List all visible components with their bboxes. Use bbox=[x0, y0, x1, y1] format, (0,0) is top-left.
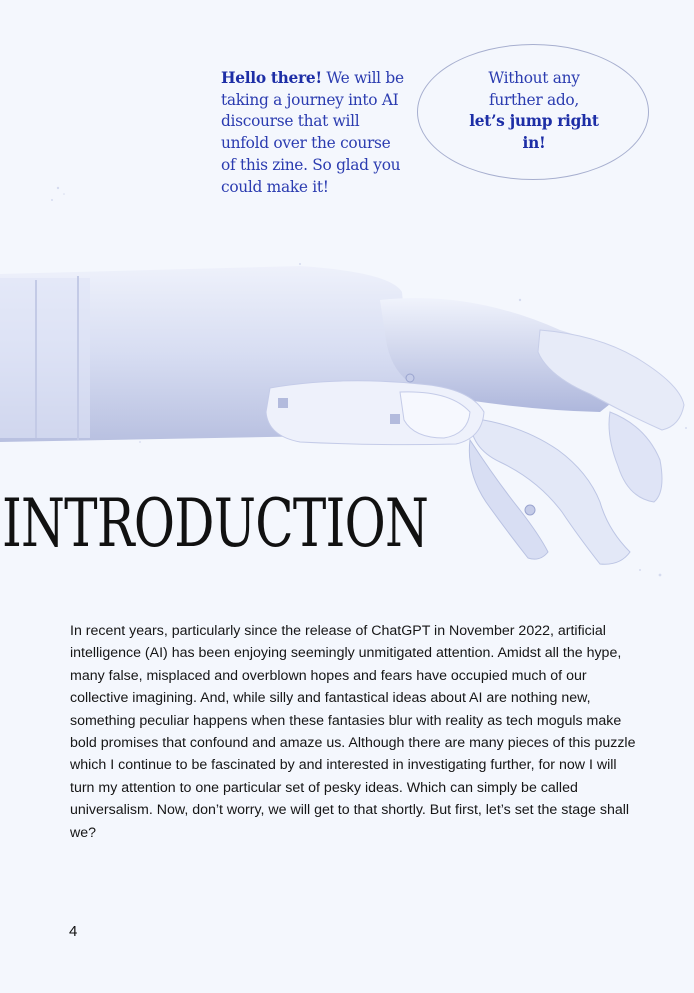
intro-greeting: Hello there! bbox=[221, 69, 322, 87]
speech-bubble-text: Without any further ado, let’s jump right… bbox=[460, 68, 608, 155]
body-paragraph: In recent years, particularly since the … bbox=[70, 623, 636, 841]
page-number: 4 bbox=[69, 923, 78, 940]
bubble-line: Without any further ado, bbox=[488, 69, 580, 109]
zine-page: Hello there! We will be taking a journey… bbox=[0, 0, 694, 993]
intro-speech-body: We will be taking a journey into AI disc… bbox=[221, 69, 404, 196]
intro-speech-text: Hello there! We will be taking a journey… bbox=[221, 68, 407, 198]
section-heading: INTRODUCTION bbox=[2, 485, 429, 562]
bubble-call-to-action: let’s jump right in! bbox=[469, 112, 599, 153]
